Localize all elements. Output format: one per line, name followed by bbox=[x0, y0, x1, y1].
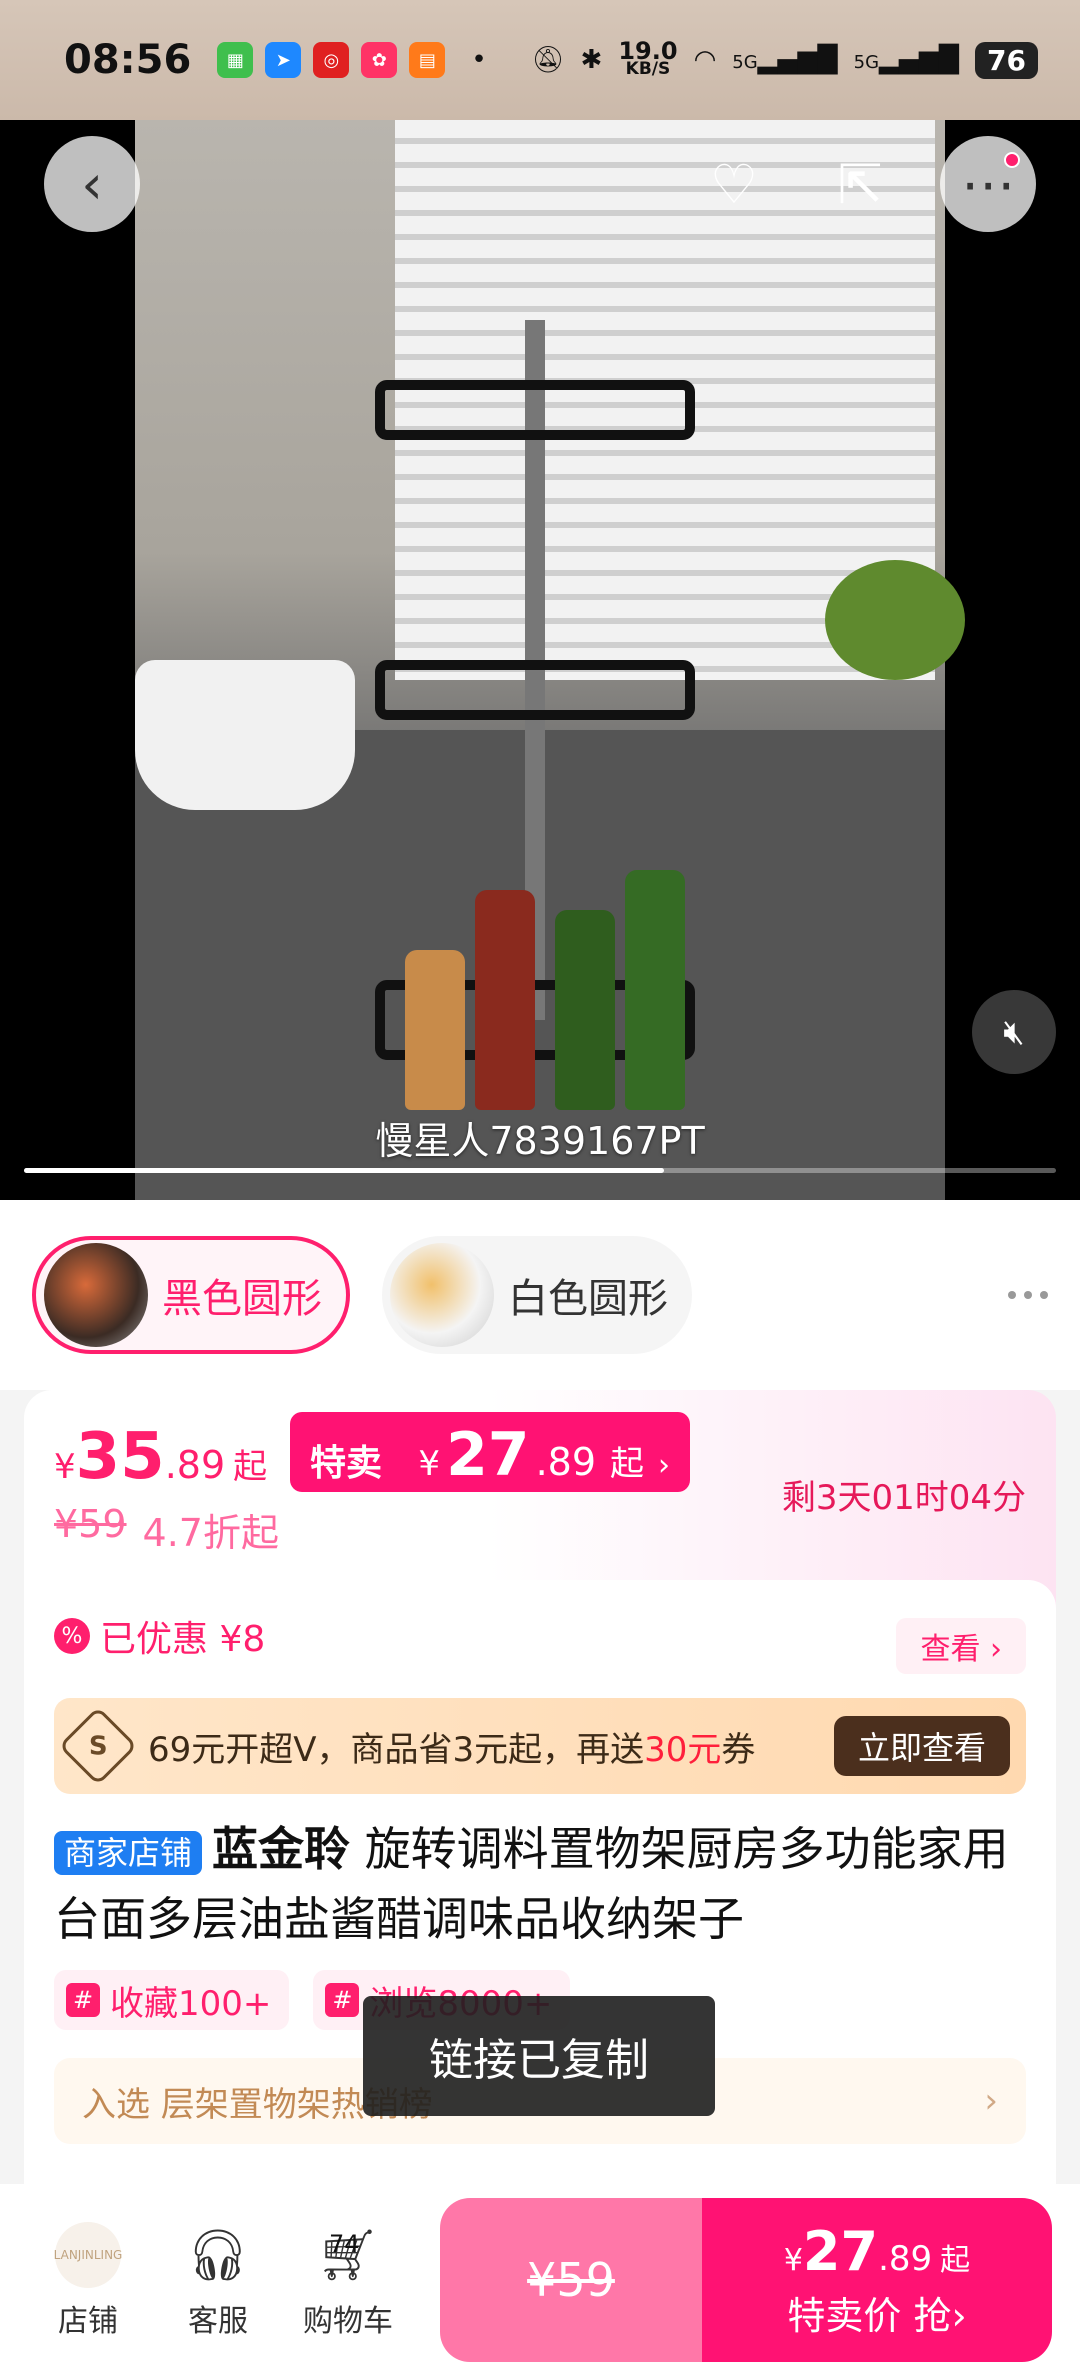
mute-icon[interactable]: 🔇︎ bbox=[972, 990, 1056, 1074]
pot bbox=[135, 660, 355, 810]
original-price: ¥59 bbox=[54, 1502, 127, 1546]
product-detail-page: 08:56 ▦ ➤ ◎ ✿ ▤ • 🔕︎ ✱ 19.0 KB/S ◠ 5G▂▄▆█… bbox=[0, 0, 1080, 2376]
view-discount-button[interactable]: 查看 › bbox=[896, 1618, 1026, 1674]
headset-icon: 🎧︎ bbox=[186, 2225, 250, 2284]
vip-view-now-button[interactable]: 立即查看 bbox=[833, 1716, 1010, 1776]
more-button[interactable]: ⋯ bbox=[940, 136, 1036, 232]
favorite-add-icon[interactable]: ♡ bbox=[686, 136, 782, 232]
product-photo bbox=[135, 120, 965, 1200]
product-video[interactable]: ‹ ♡ ⇱ ⋯ 🔇︎ bbox=[0, 120, 1080, 1200]
store-badge: 商家店铺 bbox=[54, 1830, 203, 1875]
share-icon[interactable]: ⇱ bbox=[812, 136, 908, 232]
original-price-row: ¥59 4.7折起 bbox=[54, 1502, 279, 1557]
link-copied-toast: 链接已复制 bbox=[363, 1996, 715, 2116]
variant-option-black-round[interactable]: 黑色圆形 bbox=[32, 1236, 350, 1354]
potted-plant bbox=[825, 560, 965, 680]
battery-indicator: 76 bbox=[975, 41, 1038, 79]
app-notification-icon: ◎ bbox=[313, 42, 350, 78]
current-price: ¥ 35 .89 起 bbox=[54, 1420, 268, 1494]
bottle bbox=[625, 870, 685, 1110]
back-button[interactable]: ‹ bbox=[44, 136, 140, 232]
store-logo-icon: LANJINLING bbox=[54, 2222, 122, 2288]
chevron-right-icon: › bbox=[984, 2081, 998, 2121]
vip-promo-text: 69元开超V，商品省3元起，再送30元券 bbox=[148, 1729, 756, 1770]
customer-service-tab[interactable]: 🎧︎ 客服 bbox=[158, 2220, 278, 2340]
app-notification-icon: ▦ bbox=[217, 42, 254, 78]
more-notifications-dot: • bbox=[471, 45, 487, 75]
brand-name: 蓝金聆 bbox=[212, 1822, 351, 1876]
video-caption: 慢星人7839167PT bbox=[375, 1119, 705, 1163]
system-icons: 🔕︎ ✱ 19.0 KB/S ◠ 5G▂▄▆█ 5G▂▄▆█ 76 bbox=[531, 37, 1038, 79]
favorites-chip: # 收藏100+ bbox=[54, 1970, 290, 2030]
saved-discount: % 已优惠 ¥8 bbox=[54, 1610, 265, 1662]
variant-thumbnail bbox=[390, 1243, 494, 1347]
variant-selector: 黑色圆形 白色圆形 bbox=[0, 1200, 1080, 1390]
spice-rack bbox=[375, 260, 695, 1110]
variant-label: 白色圆形 bbox=[508, 1276, 668, 1322]
bottle bbox=[405, 950, 465, 1110]
network-speed: 19.0 KB/S bbox=[618, 37, 678, 79]
chevron-right-icon: › bbox=[658, 1448, 670, 1483]
sale-countdown: 剩3天01时04分 bbox=[781, 1478, 1026, 1518]
percent-icon: % bbox=[54, 1618, 90, 1654]
variant-thumbnail bbox=[44, 1243, 148, 1347]
super-vip-icon: S bbox=[58, 1706, 138, 1786]
store-tab[interactable]: LANJINLING 店铺 bbox=[28, 2220, 148, 2340]
signal-5g-icon: 5G▂▄▆█ bbox=[732, 45, 838, 75]
vip-promo-banner[interactable]: S 69元开超V，商品省3元起，再送30元券 立即查看 bbox=[54, 1698, 1026, 1794]
rack-tier bbox=[375, 660, 695, 720]
buy-special-price-button[interactable]: ¥ 27 .89 起 特卖价 抢› bbox=[702, 2198, 1052, 2362]
unread-dot bbox=[1004, 152, 1020, 168]
wifi-icon: ◠ bbox=[693, 45, 717, 75]
status-bar: 08:56 ▦ ➤ ◎ ✿ ▤ • 🔕︎ ✱ 19.0 KB/S ◠ 5G▂▄▆█… bbox=[0, 0, 1080, 120]
app-notification-icon: ▤ bbox=[409, 42, 446, 78]
app-notification-icon: ➤ bbox=[265, 42, 302, 78]
app-notification-icon: ✿ bbox=[361, 42, 398, 78]
bottom-action-bar: LANJINLING 店铺 🎧︎ 客服 🛒︎ 74 购物车 ¥59 ¥ 27 .8… bbox=[0, 2184, 1080, 2376]
signal-5g-icon: 5G▂▄▆█ bbox=[853, 45, 960, 75]
cart-icon: 🛒︎ 74 bbox=[316, 2225, 380, 2284]
buy-original-price-button[interactable]: ¥59 bbox=[440, 2198, 702, 2362]
hashtag-icon: # bbox=[66, 1983, 100, 2017]
bottle bbox=[475, 890, 535, 1110]
clock: 08:56 bbox=[64, 37, 192, 83]
notification-icons: ▦ ➤ ◎ ✿ ▤ • bbox=[217, 42, 487, 78]
discount-rate: 4.7折起 bbox=[142, 1511, 279, 1555]
purchase-buttons: ¥59 ¥ 27 .89 起 特卖价 抢› bbox=[440, 2198, 1052, 2362]
variant-option-white-round[interactable]: 白色圆形 bbox=[382, 1236, 692, 1354]
cart-tab[interactable]: 🛒︎ 74 购物车 bbox=[288, 2220, 408, 2340]
special-price-badge[interactable]: 特卖价 ¥ 27 .89 起 › bbox=[290, 1412, 690, 1536]
video-progress-bar[interactable] bbox=[24, 1168, 1056, 1173]
variant-label: 黑色圆形 bbox=[162, 1276, 322, 1322]
cart-count: 74 bbox=[329, 2230, 360, 2258]
hashtag-icon: # bbox=[325, 1983, 360, 2017]
product-title: 商家店铺 蓝金聆 旋转调料置物架厨房多功能家用台面多层油盐酱醋调味品收纳架子 bbox=[54, 1822, 1009, 1946]
bluetooth-icon: ✱ bbox=[580, 45, 603, 75]
mute-bell-icon: 🔕︎ bbox=[531, 45, 565, 75]
more-variants-dots[interactable] bbox=[1008, 1291, 1048, 1299]
rack-tier bbox=[375, 380, 695, 440]
bottle bbox=[555, 910, 615, 1110]
video-progress-fill bbox=[24, 1168, 664, 1173]
